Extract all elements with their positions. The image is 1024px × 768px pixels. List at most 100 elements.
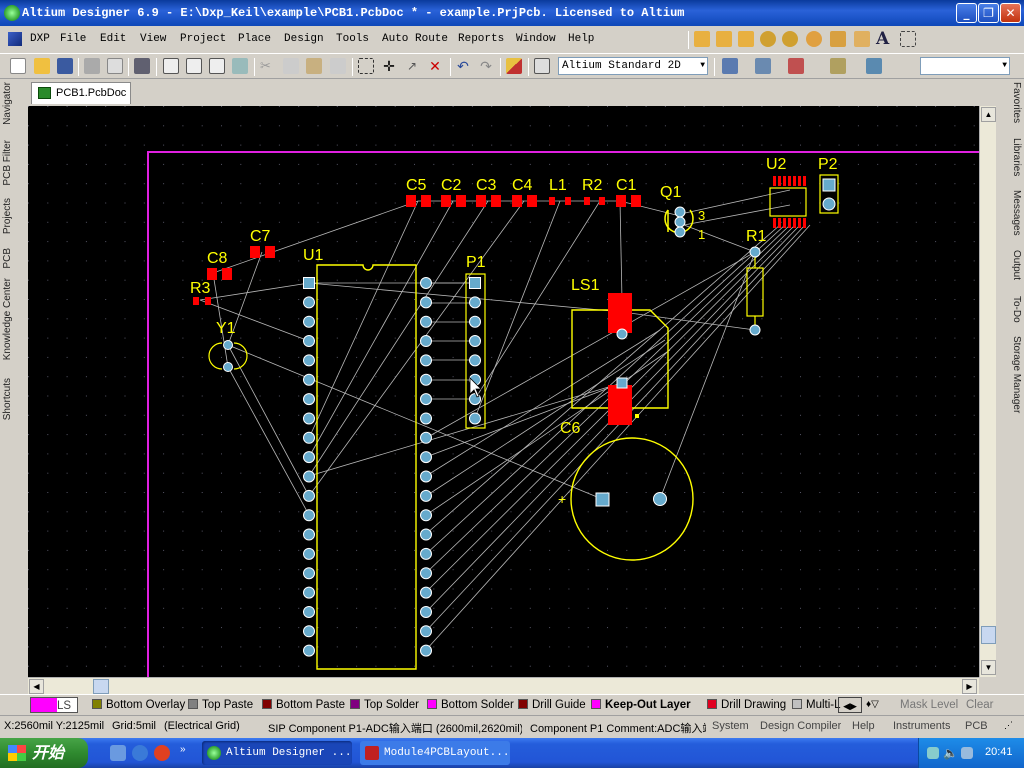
scroll-down-icon[interactable]: ▼ xyxy=(981,660,996,675)
multi-route-icon[interactable] xyxy=(738,31,754,47)
menu-reports[interactable]: Reports xyxy=(458,33,504,45)
panel-tab-shortcuts[interactable]: Shortcuts xyxy=(2,378,24,420)
menu-project[interactable]: Project xyxy=(180,33,226,45)
fill-icon[interactable] xyxy=(830,31,846,47)
task-module4-pcb-layout[interactable]: Module4PCBLayout... xyxy=(360,741,510,765)
save-icon[interactable] xyxy=(57,58,73,74)
menu-file[interactable]: File xyxy=(60,33,86,45)
menu-edit[interactable]: Edit xyxy=(100,33,126,45)
horizontal-scrollbar[interactable]: ◀ ▶ xyxy=(28,677,979,694)
print-preview-icon[interactable] xyxy=(107,58,123,74)
minimize-button[interactable]: _ xyxy=(956,3,977,23)
mask-level-button[interactable]: Mask Level xyxy=(900,697,958,713)
panel-button-pcb[interactable]: PCB xyxy=(965,720,988,732)
undo-icon[interactable]: ↶ xyxy=(455,58,471,74)
maximize-button[interactable]: ❐ xyxy=(978,3,999,23)
panel-button-instruments[interactable]: Instruments xyxy=(893,720,950,732)
panel-tab-messages[interactable]: Messages xyxy=(1000,190,1022,236)
place-via-icon[interactable] xyxy=(782,31,798,47)
vertical-scrollbar[interactable]: ▲ ▼ xyxy=(979,106,996,677)
panel-button-system[interactable]: System xyxy=(712,720,749,732)
internet-explorer-icon[interactable] xyxy=(132,745,148,761)
browse-icon[interactable] xyxy=(534,58,550,74)
new-icon[interactable] xyxy=(10,58,26,74)
cross-probe-icon[interactable] xyxy=(506,58,522,74)
panel-tab-projects[interactable]: Projects xyxy=(2,198,24,234)
print-icon[interactable] xyxy=(84,58,100,74)
menu-design[interactable]: Design xyxy=(284,33,324,45)
panel-tab-storage-manager[interactable]: Storage Manager xyxy=(1000,336,1022,413)
panel-tab-to-do[interactable]: To-Do xyxy=(1000,296,1022,323)
current-layer-indicator[interactable]: LS xyxy=(30,697,78,713)
deselect-icon[interactable]: ✕ xyxy=(427,58,443,74)
room-icon[interactable] xyxy=(900,31,916,47)
quicklaunch-expand-icon[interactable]: » xyxy=(180,744,186,755)
layer-tab-top-solder[interactable]: Top Solder xyxy=(350,697,419,713)
layer-tab-top-paste[interactable]: Top Paste xyxy=(188,697,253,713)
find-selection-icon[interactable] xyxy=(788,58,804,74)
layer-tab-keep-out-layer[interactable]: Keep-Out Layer xyxy=(591,697,691,713)
panel-button-help[interactable]: Help xyxy=(852,720,875,732)
tab-pcb1-pcbdoc[interactable]: PCB1.PcbDoc * xyxy=(31,82,131,119)
pcb-canvas[interactable]: C5 C2 C3 C4 L1 R2 C1 Q1 U2 P2 C7 C8 R3 U… xyxy=(28,106,979,677)
zoom-fit-icon[interactable] xyxy=(163,58,179,74)
redo-icon[interactable]: ↷ xyxy=(478,58,494,74)
altium-app-icon[interactable] xyxy=(4,5,20,21)
layer-tab-drill-guide[interactable]: Drill Guide xyxy=(518,697,586,713)
layer-tab-multi-layer[interactable]: Multi-L xyxy=(792,697,841,713)
dimension-icon[interactable] xyxy=(830,58,846,74)
panel-tab-libraries[interactable]: Libraries xyxy=(1000,138,1022,176)
network-icon[interactable] xyxy=(961,747,973,759)
tray-icon[interactable] xyxy=(927,747,939,759)
clear-button[interactable]: Clear xyxy=(966,697,993,713)
paste-icon[interactable] xyxy=(306,58,322,74)
layer-tab-bottom-solder[interactable]: Bottom Solder xyxy=(427,697,514,713)
move-selection-icon[interactable]: ↗ xyxy=(404,58,420,74)
string-icon[interactable]: A xyxy=(876,31,892,48)
layer-scroll-arrows-icon[interactable]: ◀▶ xyxy=(838,697,862,713)
close-button[interactable]: ✕ xyxy=(1000,3,1021,23)
pcb-drawing[interactable]: C5 C2 C3 C4 L1 R2 C1 Q1 U2 P2 C7 C8 R3 U… xyxy=(28,106,979,677)
diff-pair-route-icon[interactable] xyxy=(716,31,732,47)
scroll-up-icon[interactable]: ▲ xyxy=(981,107,996,122)
interactive-route-icon[interactable] xyxy=(694,31,710,47)
scroll-thumb[interactable] xyxy=(981,626,996,644)
resize-grip-icon[interactable]: ⋰ xyxy=(1004,720,1013,731)
panel-tab-navigator[interactable]: Navigator xyxy=(2,82,24,125)
menu-view[interactable]: View xyxy=(140,33,166,45)
open-icon[interactable] xyxy=(34,58,50,74)
device-icon[interactable] xyxy=(134,58,150,74)
rubber-stamp-icon[interactable] xyxy=(330,58,346,74)
panel-tab-favorites[interactable]: Favorites xyxy=(1000,82,1022,123)
utilities-icon[interactable] xyxy=(722,58,738,74)
zoom-filter-icon[interactable] xyxy=(232,58,248,74)
panel-tab-pcb-filter[interactable]: PCB Filter xyxy=(2,140,24,186)
task-altium-designer[interactable]: Altium Designer ... xyxy=(202,741,352,765)
panel-tab-pcb[interactable]: PCB xyxy=(2,248,24,269)
menu-window[interactable]: Window xyxy=(516,33,556,45)
volume-icon[interactable]: 🔈 xyxy=(943,746,958,760)
move-icon[interactable]: ✛ xyxy=(381,58,397,74)
scroll-left-icon[interactable]: ◀ xyxy=(29,679,44,694)
align-icon[interactable] xyxy=(755,58,771,74)
view-config-combo[interactable]: Altium Standard 2D ▼ xyxy=(558,57,708,75)
arc-icon[interactable] xyxy=(806,31,822,47)
panel-tab-knowledge-center[interactable]: Knowledge Center xyxy=(2,278,24,360)
menu-dxp[interactable]: DXP xyxy=(30,33,50,45)
menu-tools[interactable]: Tools xyxy=(336,33,369,45)
filter-combo[interactable]: ▼ xyxy=(920,57,1010,75)
zoom-selected-icon[interactable] xyxy=(209,58,225,74)
layer-tab-bottom-paste[interactable]: Bottom Paste xyxy=(262,697,345,713)
show-desktop-icon[interactable] xyxy=(110,745,126,761)
zoom-area-icon[interactable] xyxy=(186,58,202,74)
dxp-icon[interactable] xyxy=(8,32,22,46)
menu-auto-route[interactable]: Auto Route xyxy=(382,33,448,45)
place-pad-icon[interactable] xyxy=(760,31,776,47)
panel-tab-output[interactable]: Output xyxy=(1000,250,1022,280)
title-bar[interactable]: Altium Designer 6.9 - E:\Dxp_Keil\exampl… xyxy=(0,0,1024,26)
clock[interactable]: 20:41 xyxy=(985,746,1013,758)
panel-button-design-compiler[interactable]: Design Compiler xyxy=(760,720,841,732)
layer-tab-bottom-overlay[interactable]: Bottom Overlay xyxy=(92,697,185,713)
scroll-thumb[interactable] xyxy=(93,679,109,694)
start-button[interactable]: 开始 xyxy=(0,738,88,768)
